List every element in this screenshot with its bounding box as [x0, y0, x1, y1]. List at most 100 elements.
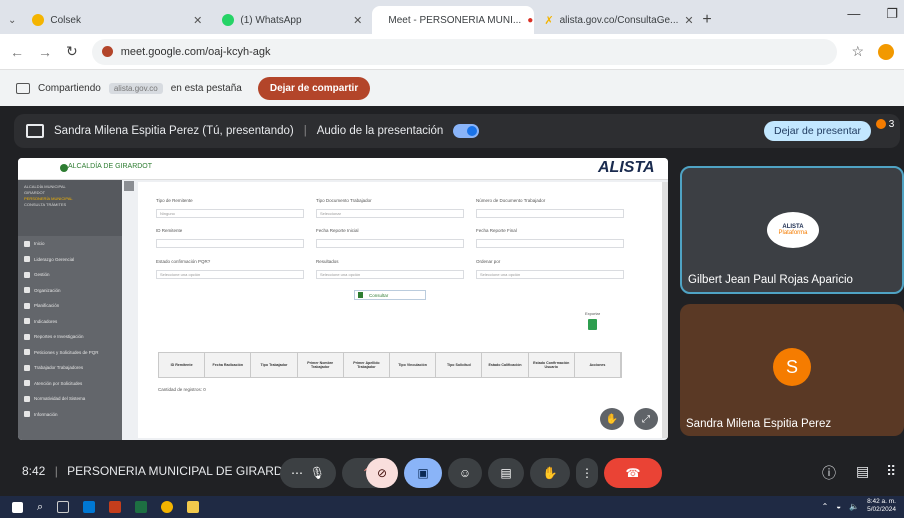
chrome-icon[interactable] [161, 501, 174, 513]
more-options-button[interactable]: ⋮ [576, 458, 598, 488]
window-controls: — ❐ [847, 6, 898, 22]
filter-icon [358, 292, 363, 298]
document-number-input[interactable] [476, 209, 624, 218]
tab-search-icon[interactable]: ⌄ [4, 15, 22, 34]
raise-hand-button[interactable]: ✋ [530, 458, 570, 488]
sidebar-menu-item[interactable]: Trabajador Trabajadores [18, 360, 122, 376]
meeting-info: 8:42 | PERSONERIA MUNICIPAL DE GIRARD... [22, 464, 293, 478]
shared-screen: ALCALDÍA DE GIRARDOT ALISTA ALCALDÍA MUN… [18, 158, 668, 440]
reactions-button[interactable]: ☺ [448, 458, 482, 488]
stop-sharing-button[interactable]: Dejar de compartir [257, 76, 371, 100]
consult-button[interactable]: Consultar [354, 290, 426, 300]
forward-icon[interactable]: → [38, 44, 52, 60]
file-explorer-icon[interactable] [187, 501, 200, 513]
more-options-icon: ⋯ [291, 466, 304, 480]
task-view-icon[interactable] [57, 501, 70, 513]
microphone-button[interactable]: ⋯ 🎙 [280, 458, 336, 488]
new-tab-button[interactable]: + [694, 6, 719, 34]
field-label: Fecha Reporte Inicial [316, 228, 359, 233]
document-type-select[interactable]: Seleccionar [316, 209, 464, 218]
tab-alista[interactable]: ✗ alista.gov.co/ConsultaGe... ✕ [534, 6, 694, 34]
alista-logo: ALISTA [598, 159, 655, 176]
sidebar-menu-item[interactable]: Gestión [18, 267, 122, 283]
tab-whatsapp[interactable]: (1) WhatsApp ✕ [212, 6, 372, 34]
tab-label: (1) WhatsApp [240, 14, 302, 26]
microphone-icon: 🎙 [309, 466, 325, 480]
sidebar-menu-item[interactable]: Información [18, 407, 122, 423]
presentation-audio-toggle[interactable] [453, 124, 480, 138]
close-tab-icon[interactable]: ✕ [353, 14, 362, 27]
tab-meet[interactable]: Meet - PERSONERIA MUNI... ● ✕ [372, 6, 535, 34]
camera-off-button[interactable]: ⊘ [366, 458, 398, 488]
tab-sharing-bar: Compartiendo alista.gov.co en esta pesta… [0, 70, 904, 106]
remitente-type-select[interactable]: Ninguno [156, 209, 304, 218]
present-icon: ▣ [417, 466, 429, 480]
presentation-bar: Sandra Milena Espitia Perez (Tú, present… [14, 114, 900, 148]
table-column-header: Tipo Solicitud [436, 353, 483, 377]
sidebar-menu-item[interactable]: Planificación [18, 298, 122, 314]
table-column-header: ID Remitente [159, 353, 206, 377]
collapse-sidebar-button[interactable] [124, 181, 134, 191]
leave-call-button[interactable]: ☎ [604, 458, 662, 488]
chat-icon[interactable]: ▤ [856, 463, 869, 480]
chevron-up-icon[interactable]: ⌃ [822, 502, 829, 511]
confirmation-state-select[interactable]: Seleccione una opción [156, 270, 304, 279]
sidebar-menu-item[interactable]: Liderazgo Gerencial [18, 252, 122, 268]
reload-icon[interactable]: ↻ [66, 43, 78, 60]
excel-export-icon[interactable] [588, 319, 597, 330]
present-pointer-button[interactable]: ✋ [600, 408, 624, 430]
menu-item-label: Normatividad del Sistema [34, 396, 86, 402]
url-text: meet.google.com/oaj-kcyh-agk [120, 45, 271, 58]
tab-colsek[interactable]: Colsek ✕ [22, 6, 212, 34]
clock[interactable]: 8:42 a. m. 5/02/2024 [867, 498, 896, 514]
maximize-icon[interactable]: ❐ [886, 6, 898, 22]
sidebar-menu-item[interactable]: Atención por Solicitudes [18, 376, 122, 392]
profile-avatar[interactable] [878, 43, 894, 60]
clock-time: 8:42 a. m. [867, 498, 896, 505]
scrollbar[interactable] [662, 182, 668, 438]
menu-item-icon [24, 364, 30, 371]
activities-icon[interactable]: ⠿ [886, 463, 896, 480]
search-icon[interactable]: ⌕ [37, 501, 43, 514]
order-by-select[interactable]: Seleccione una opción [476, 270, 624, 279]
windows-start-icon[interactable] [12, 501, 23, 513]
stop-presenting-button[interactable]: Dejar de presentar [764, 121, 871, 141]
app-sidebar: ALCALDÍA MUNICIPAL GIRARDOT PERSONERÍA M… [18, 180, 122, 440]
info-icon[interactable]: ⓘ [822, 463, 836, 483]
site-info-icon[interactable] [101, 46, 113, 57]
sidebar-menu-item[interactable]: Indicadores [18, 314, 122, 330]
menu-item-icon [24, 380, 30, 387]
url-field[interactable]: meet.google.com/oaj-kcyh-agk [91, 38, 838, 65]
sidebar-menu-item[interactable]: Reportes e Investigación [18, 329, 122, 345]
sidebar-menu-item[interactable]: Normatividad del Sistema [18, 391, 122, 407]
present-now-button[interactable]: ▣ [404, 458, 442, 488]
participants-indicator[interactable]: 3 [876, 119, 894, 130]
sidebar-menu-item[interactable]: Inicio [18, 236, 122, 252]
remitente-id-input[interactable] [156, 239, 304, 248]
fullscreen-button[interactable]: ⤢ [634, 408, 658, 430]
sidebar-menu-item[interactable]: Organización [18, 283, 122, 299]
participant-tile[interactable]: S Sandra Milena Espitia Perez [680, 304, 904, 436]
volume-icon[interactable]: 🔈 [849, 502, 859, 511]
menu-item-label: Peticiones y Solicitudes de PQR [34, 349, 99, 355]
menu-item-label: Inicio [34, 241, 45, 247]
powerpoint-icon[interactable] [109, 501, 122, 513]
excel-icon[interactable] [135, 501, 148, 513]
captions-button[interactable]: ▤ [488, 458, 524, 488]
tab-label: Meet - PERSONERIA MUNI... [388, 14, 522, 26]
close-tab-icon[interactable]: ✕ [193, 14, 202, 27]
back-icon[interactable]: ← [10, 44, 24, 60]
network-icon[interactable]: ◒ [836, 502, 841, 511]
start-date-input[interactable] [316, 239, 464, 248]
menu-item-icon [24, 240, 30, 247]
menu-item-label: Planificación [34, 303, 60, 309]
bookmark-star-icon[interactable]: ☆ [851, 43, 864, 60]
table-column-header: Acciones [575, 353, 622, 377]
minimize-icon[interactable]: — [847, 6, 860, 22]
end-date-input[interactable] [476, 239, 624, 248]
word-icon[interactable] [83, 501, 96, 513]
sidebar-menu-item[interactable]: Peticiones y Solicitudes de PQR [18, 345, 122, 361]
close-tab-icon[interactable]: ✕ [684, 14, 693, 27]
results-select[interactable]: Seleccione una opción [316, 270, 464, 279]
participant-tile[interactable]: ALISTA Plataforma Gilbert Jean Paul Roja… [680, 166, 904, 294]
